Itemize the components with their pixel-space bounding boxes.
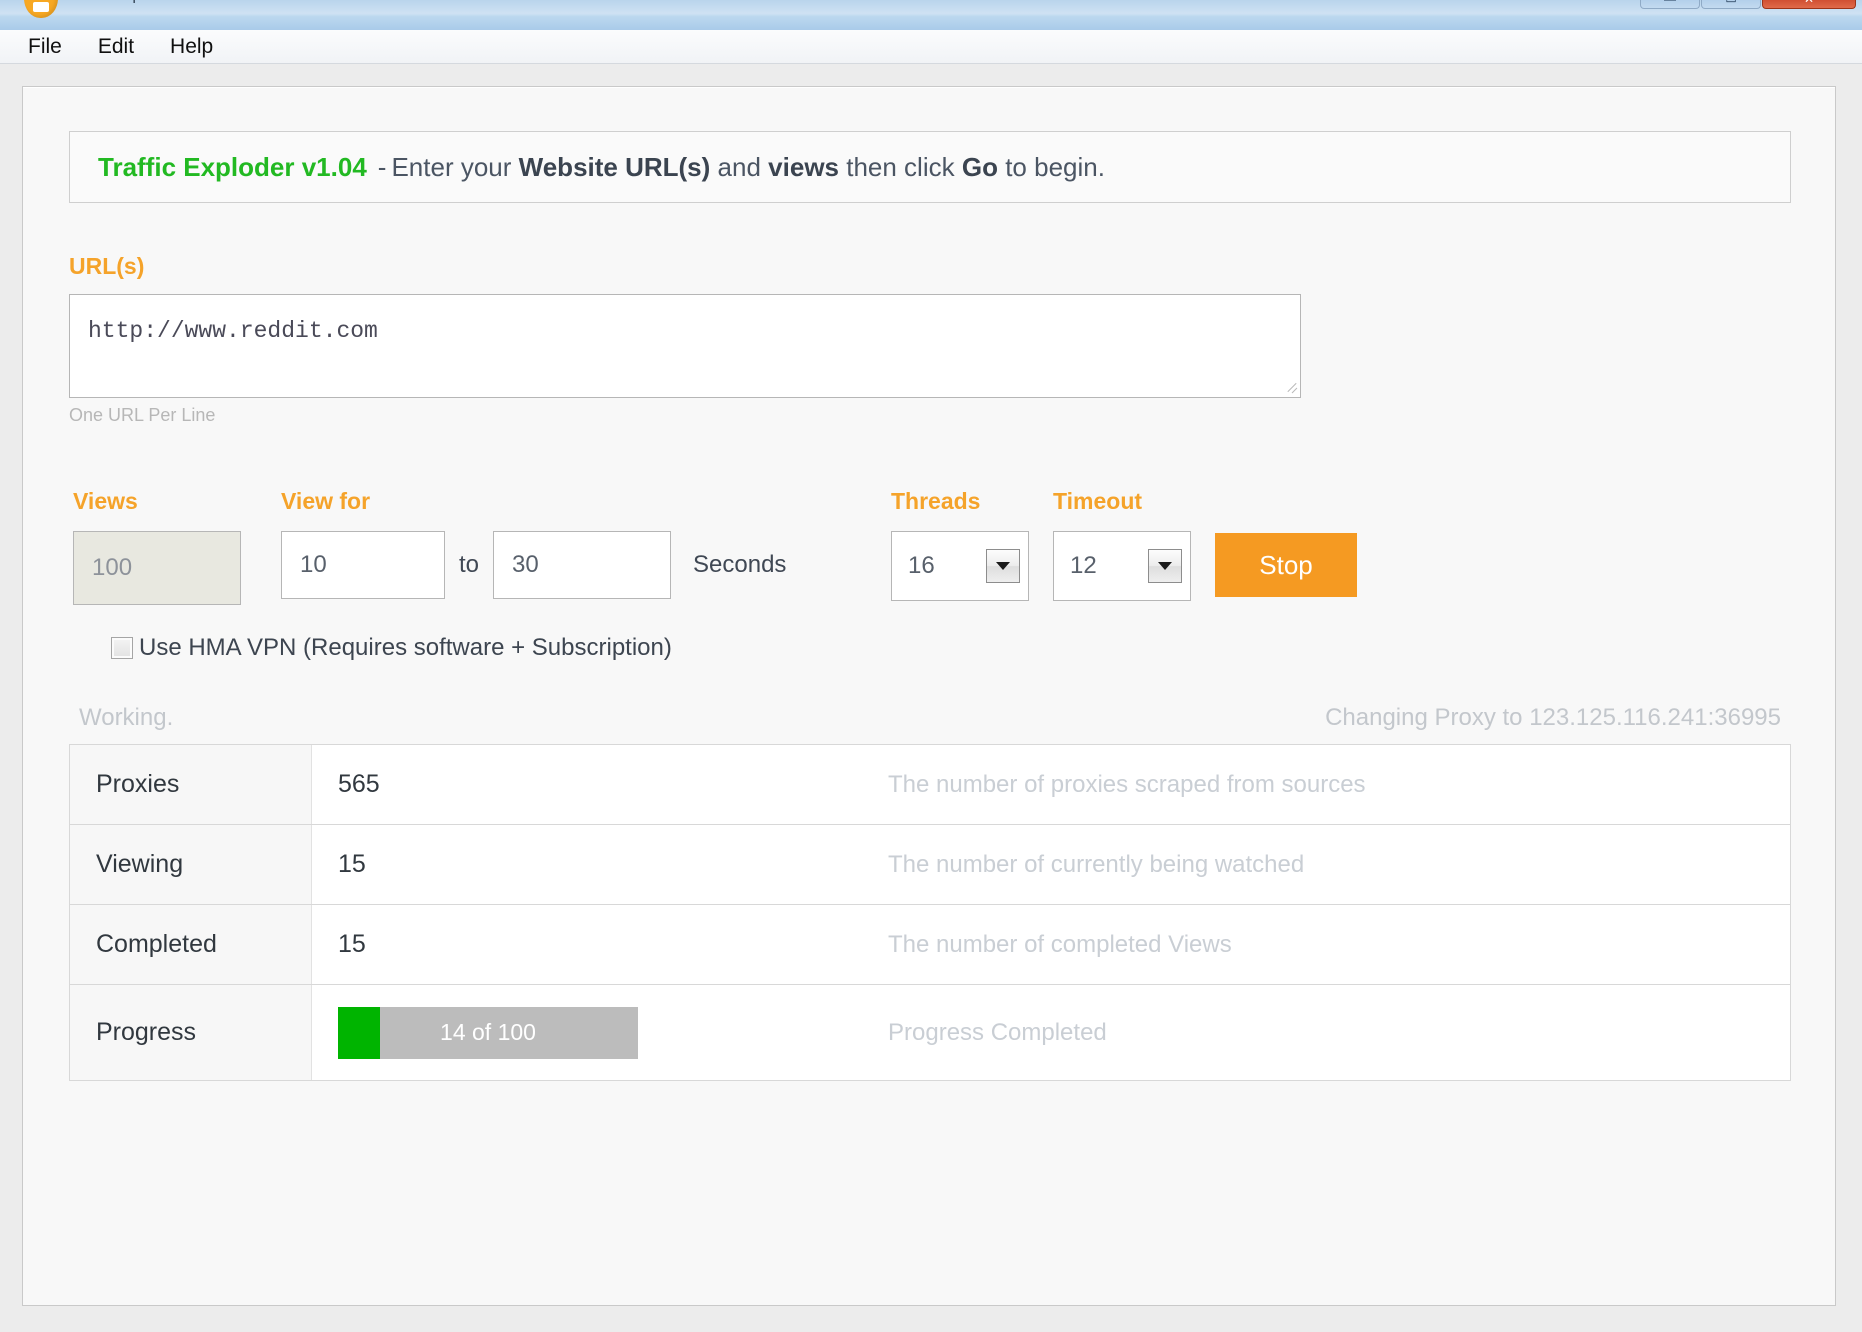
banner-text-2: and [718, 152, 761, 183]
stat-value-proxies: 565 [312, 745, 882, 824]
minimize-icon: — [1641, 0, 1699, 5]
threads-label: Threads [891, 490, 1029, 513]
stat-desc-completed: The number of completed Views [882, 931, 1790, 959]
view-for-to-label: to [459, 551, 479, 579]
table-row: Proxies 565 The number of proxies scrape… [70, 745, 1790, 825]
views-input[interactable]: 100 [73, 531, 241, 605]
stat-value-completed: 15 [312, 905, 882, 984]
progress-bar-label: 14 of 100 [338, 1007, 638, 1059]
view-for-label: View for [281, 490, 786, 513]
url-hint: One URL Per Line [69, 405, 1789, 426]
menu-item-help[interactable]: Help [152, 32, 231, 62]
window-controls: — ▭ ✕ [1639, 0, 1856, 10]
views-field-group: Views 100 [73, 490, 241, 605]
url-label: URL(s) [69, 255, 1789, 278]
status-right-proxy: Changing Proxy to 123.125.116.241:36995 [1325, 704, 1781, 732]
menu-item-edit[interactable]: Edit [80, 32, 152, 62]
seconds-label: Seconds [693, 551, 786, 579]
stat-name-progress: Progress [70, 985, 312, 1080]
client-area: Traffic Exploder v1.04 - Enter your Webs… [0, 64, 1862, 1332]
banner-brand: Traffic Exploder v1.04 [98, 152, 367, 183]
view-for-min-input[interactable]: 10 [281, 531, 445, 599]
banner-text-4: to begin. [1005, 152, 1105, 183]
stat-name-viewing: Viewing [70, 825, 312, 904]
threads-field-group: Threads 16 [891, 490, 1029, 601]
menu-item-file[interactable]: File [10, 32, 80, 62]
stat-value-viewing: 15 [312, 825, 882, 904]
main-panel: Traffic Exploder v1.04 - Enter your Webs… [22, 86, 1836, 1306]
table-row: Viewing 15 The number of currently being… [70, 825, 1790, 905]
status-left: Working. [79, 704, 173, 732]
stat-desc-progress: Progress Completed [882, 1019, 1790, 1047]
timeout-label: Timeout [1053, 490, 1191, 513]
banner-dash: - [378, 152, 387, 183]
stats-table: Proxies 565 The number of proxies scrape… [69, 744, 1791, 1081]
window-title: Traffic Exploder [70, 0, 174, 4]
stop-button[interactable]: Stop [1215, 533, 1357, 597]
application-window: Traffic Exploder — ▭ ✕ File Edit Help Tr… [0, 0, 1862, 1332]
vpn-checkbox-row[interactable]: Use HMA VPN (Requires software + Subscri… [69, 634, 1789, 662]
close-button[interactable]: ✕ [1762, 0, 1856, 9]
app-icon [24, 0, 58, 18]
maximize-button[interactable]: ▭ [1701, 0, 1761, 9]
menu-bar: File Edit Help [0, 30, 1862, 64]
banner-strong-views: views [768, 152, 839, 183]
banner-strong-url: Website URL(s) [519, 152, 711, 183]
controls-row: Views 100 View for 10 to 30 Seconds Thre… [69, 490, 1789, 610]
timeout-select[interactable]: 12 [1053, 531, 1191, 601]
vpn-checkbox-label: Use HMA VPN (Requires software + Subscri… [139, 634, 672, 662]
minimize-button[interactable]: — [1640, 0, 1700, 9]
url-section: URL(s) One URL Per Line [69, 255, 1789, 426]
stat-desc-viewing: The number of currently being watched [882, 851, 1790, 879]
stat-desc-proxies: The number of proxies scraped from sourc… [882, 771, 1790, 799]
timeout-field-group: Timeout 12 [1053, 490, 1191, 601]
stat-name-proxies: Proxies [70, 745, 312, 824]
view-for-max-input[interactable]: 30 [493, 531, 671, 599]
status-line: Working. Changing Proxy to 123.125.116.2… [69, 704, 1791, 732]
maximize-icon: ▭ [1702, 0, 1760, 5]
banner-text-1: Enter your [391, 152, 511, 183]
vpn-checkbox[interactable] [111, 637, 133, 659]
stat-name-completed: Completed [70, 905, 312, 984]
progress-bar: 14 of 100 [338, 1007, 638, 1059]
close-icon: ✕ [1763, 0, 1855, 5]
timeout-value: 12 [1070, 552, 1097, 580]
title-bar: Traffic Exploder — ▭ ✕ [0, 0, 1862, 31]
threads-select[interactable]: 16 [891, 531, 1029, 601]
progress-cell: 14 of 100 [312, 985, 882, 1080]
threads-value: 16 [908, 552, 935, 580]
chevron-down-icon[interactable] [1148, 549, 1182, 583]
views-label: Views [73, 490, 241, 513]
banner-strong-go: Go [962, 152, 998, 183]
table-row: Completed 15 The number of completed Vie… [70, 905, 1790, 985]
info-banner: Traffic Exploder v1.04 - Enter your Webs… [69, 131, 1791, 203]
banner-text-3: then click [846, 152, 954, 183]
table-row-progress: Progress 14 of 100 Progress Completed [70, 985, 1790, 1081]
view-for-field-group: View for 10 to 30 Seconds [281, 490, 786, 599]
chevron-down-icon[interactable] [986, 549, 1020, 583]
url-input[interactable] [69, 294, 1301, 398]
